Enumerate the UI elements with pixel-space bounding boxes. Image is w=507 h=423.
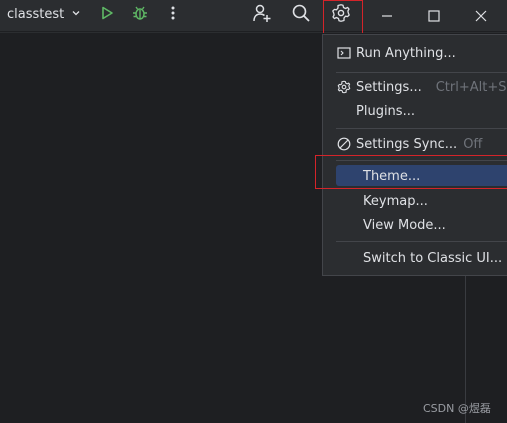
watermark: CSDN @煜磊: [423, 402, 491, 415]
menu-item-settings-sync[interactable]: Settings Sync... Off: [336, 134, 482, 154]
gear-icon: [336, 79, 352, 95]
menu-item-view-mode[interactable]: View Mode...: [363, 215, 446, 235]
run-button[interactable]: [96, 4, 118, 26]
menu-label-view-mode: View Mode...: [363, 217, 446, 233]
menu-label-keymap: Keymap...: [363, 193, 428, 209]
menu-label-run-anything: Run Anything...: [356, 45, 456, 61]
run-play-icon: [99, 5, 115, 25]
menu-item-keymap[interactable]: Keymap...: [363, 191, 428, 211]
project-name: classtest: [7, 7, 65, 22]
debug-bug-icon: [131, 4, 149, 26]
search-button[interactable]: [289, 3, 313, 27]
run-anything-icon: [336, 45, 352, 61]
maximize-button[interactable]: [423, 5, 445, 27]
menu-item-settings[interactable]: Settings... Ctrl+Alt+S: [336, 77, 507, 97]
menu-separator: [336, 241, 507, 242]
menu-item-switch-classic-ui[interactable]: Switch to Classic UI...: [363, 248, 502, 268]
menu-shortcut-settings: Ctrl+Alt+S: [435, 79, 507, 95]
menu-item-plugins[interactable]: Plugins...: [356, 101, 415, 121]
debug-button[interactable]: [129, 4, 151, 26]
maximize-icon: [428, 7, 440, 26]
menu-label-settings: Settings...: [356, 79, 422, 95]
project-selector[interactable]: classtest: [7, 7, 81, 22]
search-icon: [291, 3, 311, 27]
title-bar: classtest: [0, 0, 507, 32]
add-user-button[interactable]: [250, 3, 274, 27]
panel-divider: [465, 260, 466, 423]
menu-separator: [336, 128, 507, 129]
add-user-icon: [252, 3, 272, 27]
menu-separator: [336, 72, 507, 73]
close-window-button[interactable]: [470, 5, 492, 27]
theme-callout-box: [315, 155, 507, 189]
sync-off-icon: [336, 136, 352, 152]
minimize-button[interactable]: [376, 5, 398, 27]
menu-label-switch-classic-ui: Switch to Classic UI...: [363, 250, 503, 266]
settings-callout-box: [323, 0, 363, 34]
menu-label-settings-sync: Settings Sync...: [356, 136, 458, 152]
menu-item-run-anything[interactable]: Run Anything...: [336, 43, 456, 63]
more-button[interactable]: [165, 4, 181, 26]
chevron-down-icon: [71, 7, 81, 22]
more-vertical-icon: [171, 5, 175, 25]
close-icon: [475, 7, 487, 26]
minimize-icon: [381, 7, 393, 26]
menu-status-settings-sync: Off: [463, 136, 483, 152]
menu-label-plugins: Plugins...: [356, 103, 415, 119]
